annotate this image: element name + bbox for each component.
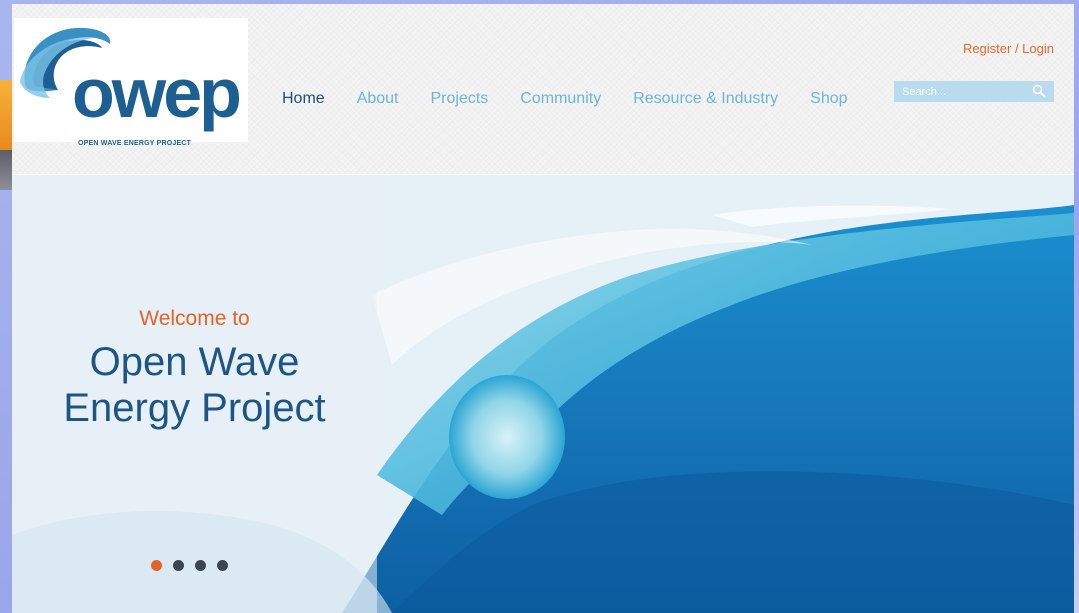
hero-title: Open Wave Energy Project xyxy=(12,339,377,431)
logo-wordmark: owep xyxy=(72,54,242,132)
hero-title-line-1: Open Wave xyxy=(89,340,300,384)
nav-item-projects[interactable]: Projects xyxy=(431,90,489,108)
search-icon[interactable] xyxy=(1032,84,1046,98)
main-navigation: Home About Projects Community Resource &… xyxy=(282,90,880,108)
nav-item-shop[interactable]: Shop xyxy=(810,90,847,108)
nav-item-resource-industry[interactable]: Resource & Industry xyxy=(633,90,778,108)
slider-dot-4[interactable] xyxy=(217,560,228,571)
slider-dot-1[interactable] xyxy=(151,560,162,571)
hero-welcome-text: Welcome to xyxy=(139,307,250,330)
nav-item-home[interactable]: Home xyxy=(282,90,325,108)
webpage: owep OPEN WAVE ENERGY PROJECT Home About… xyxy=(12,4,1074,613)
hero-banner: Welcome to Open Wave Energy Project xyxy=(12,175,1074,613)
search-input[interactable] xyxy=(894,81,1028,102)
hero-title-line-2: Energy Project xyxy=(63,386,326,430)
site-header: owep OPEN WAVE ENERGY PROJECT Home About… xyxy=(12,4,1074,174)
register-login-link[interactable]: Register / Login xyxy=(963,41,1054,56)
slider-dot-2[interactable] xyxy=(173,560,184,571)
site-logo[interactable]: owep OPEN WAVE ENERGY PROJECT xyxy=(14,18,248,147)
nav-item-community[interactable]: Community xyxy=(520,90,601,108)
nav-item-about[interactable]: About xyxy=(357,90,399,108)
search-box xyxy=(894,81,1054,102)
slider-dot-3[interactable] xyxy=(195,560,206,571)
slider-pagination xyxy=(151,560,228,571)
logo-tagline: OPEN WAVE ENERGY PROJECT xyxy=(78,140,192,147)
